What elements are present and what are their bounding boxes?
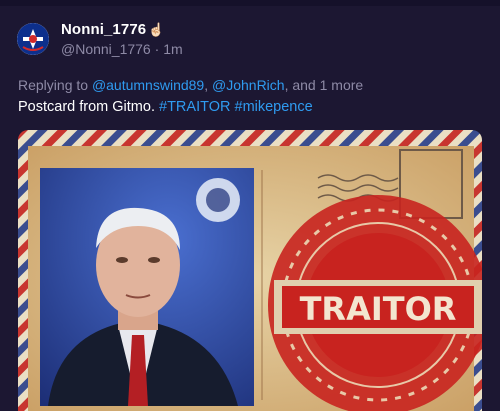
display-name-text: Nonni_1776	[61, 21, 147, 38]
reply-user-link[interactable]: @autumnswind89	[92, 77, 204, 93]
reply-comma: ,	[204, 77, 209, 93]
portrait-photo	[40, 168, 254, 406]
user-handle[interactable]: @Nonni_1776	[61, 41, 151, 57]
stamp-text: TRAITOR	[300, 290, 457, 328]
tweet-text-plain: Postcard from Gitmo.	[18, 99, 155, 115]
avatar[interactable]	[17, 23, 49, 55]
top-divider	[0, 0, 500, 6]
tweet-text: Postcard from Gitmo. #TRAITOR #mikepence	[18, 99, 313, 115]
reply-prefix: Replying to	[18, 77, 89, 93]
hashtag-link[interactable]: #TRAITOR	[159, 99, 230, 115]
replying-to-line: Replying to @autumnswind89, @JohnRich, a…	[18, 77, 363, 93]
avatar-image	[17, 23, 49, 55]
pointing-up-emoji-icon: ☝🏻	[148, 22, 165, 37]
display-name[interactable]: Nonni_1776 ☝🏻	[61, 21, 165, 38]
reply-suffix[interactable]: , and 1 more	[285, 77, 364, 93]
reply-user-link[interactable]: @JohnRich	[212, 77, 285, 93]
traitor-stamp: TRAITOR	[268, 195, 482, 411]
hashtag-link[interactable]: #mikepence	[235, 99, 313, 115]
tweet-media-image[interactable]: TRAITOR	[18, 130, 482, 411]
handle-line: @Nonni_1776 · 1m	[61, 41, 183, 57]
postcard-image: TRAITOR	[18, 130, 482, 411]
timestamp[interactable]: 1m	[163, 41, 182, 57]
separator-dot: ·	[154, 41, 160, 57]
